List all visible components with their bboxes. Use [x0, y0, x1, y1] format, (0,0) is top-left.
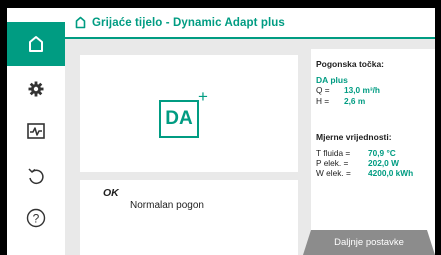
more-settings-button[interactable]: Daljnje postavke — [303, 230, 435, 255]
nav-back-button[interactable] — [7, 154, 65, 198]
page-title: Grijaće tijelo - Dynamic Adapt plus — [92, 16, 285, 29]
row-label: T fluida = — [316, 148, 351, 158]
nav-help-button[interactable]: ? — [7, 196, 65, 240]
row-value: 70,9 °C — [368, 148, 396, 158]
nav-diagnostics-button[interactable] — [7, 109, 65, 153]
row-label: H = — [316, 96, 330, 106]
control-mode-tile[interactable]: DA + — [80, 55, 298, 172]
help-glyph: ? — [33, 211, 40, 225]
mode-plus-sign: + — [198, 87, 208, 106]
nav-settings-button[interactable] — [7, 67, 65, 111]
row-value: 202,0 W — [368, 158, 399, 168]
sidebar: ? — [7, 8, 65, 255]
diagnostics-icon — [27, 123, 45, 139]
info-panel: Pogonska točka: DA plus Q = 13,0 m³/h H … — [311, 49, 435, 255]
measurements-title: Mjerne vrijednosti: — [316, 132, 392, 142]
row-value: 4200,0 kWh — [368, 168, 414, 178]
operating-point-title: Pogonska točka: — [316, 59, 385, 69]
status-code: OK — [103, 187, 119, 199]
operating-point-row: Q = 13,0 m³/h — [316, 85, 435, 96]
home-icon — [75, 16, 86, 29]
nav-home-button[interactable] — [7, 22, 65, 66]
mode-label: DA — [159, 100, 199, 138]
row-label: Q = — [316, 85, 330, 95]
row-label: P elek. = — [316, 158, 349, 168]
more-settings-label: Daljnje postavke — [334, 237, 404, 248]
display-screen: ? Grijaće tijelo - Dynamic Adapt plus DA… — [7, 8, 435, 255]
operating-point-row: H = 2,6 m — [316, 96, 435, 107]
dynamic-adapt-icon: DA + — [159, 88, 212, 141]
undo-icon — [27, 167, 45, 185]
main-panel: DA + OK Normalan pogon Pogonska točka: D… — [65, 39, 435, 255]
help-icon: ? — [26, 208, 46, 228]
row-label: W elek. = — [316, 168, 351, 178]
gear-icon — [28, 81, 44, 97]
status-message: Normalan pogon — [130, 200, 204, 211]
operating-point-mode: DA plus — [316, 75, 348, 85]
row-value: 13,0 m³/h — [344, 85, 380, 95]
measurement-row: W elek. = 4200,0 kWh — [316, 168, 435, 179]
home-icon — [28, 35, 44, 53]
row-value: 2,6 m — [344, 96, 366, 106]
status-panel[interactable]: OK Normalan pogon — [80, 180, 298, 255]
header-bar: Grijaće tijelo - Dynamic Adapt plus — [65, 8, 435, 37]
